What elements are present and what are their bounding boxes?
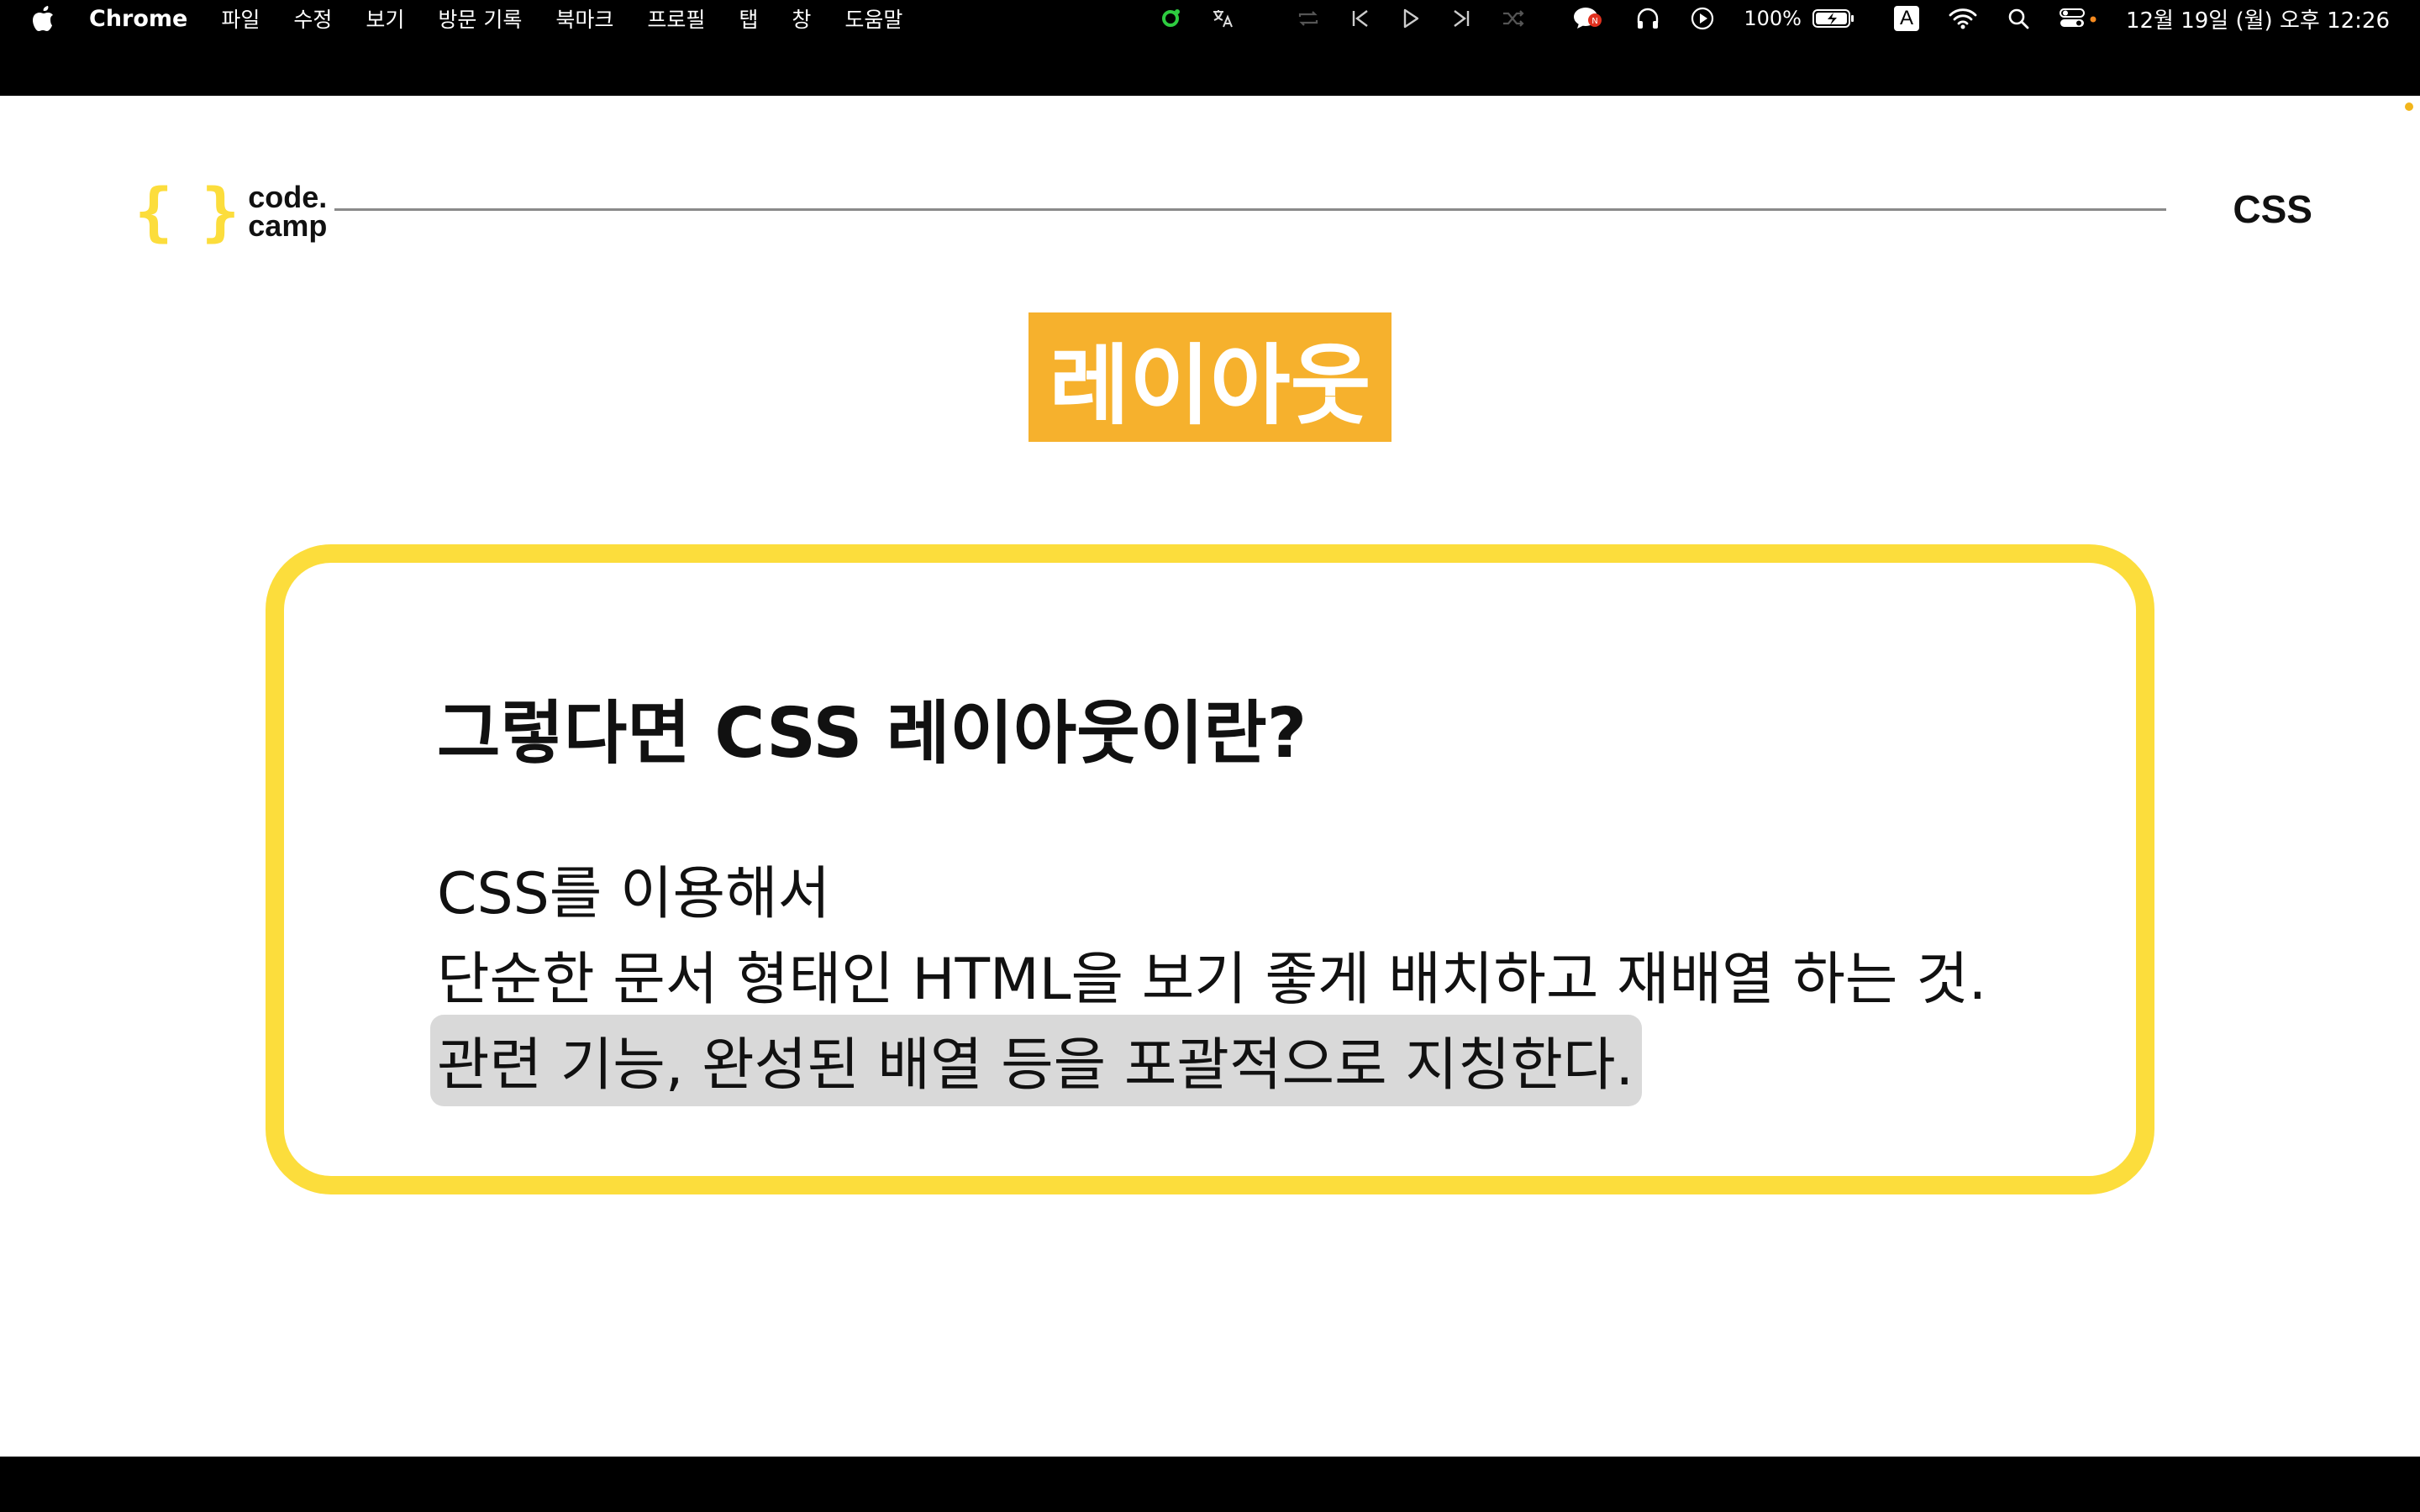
menu-file[interactable]: 파일 <box>221 3 260 34</box>
shuffle-icon[interactable] <box>1501 8 1526 29</box>
codecamp-logo: { } code. camp <box>134 180 327 244</box>
repeat-icon[interactable] <box>1296 8 1321 29</box>
control-center-icon[interactable] <box>2059 7 2097 30</box>
card-heading: 그렇다면 CSS 레이아웃이란? <box>437 694 1307 774</box>
battery-percent: 100% <box>1744 7 1802 30</box>
menu-bookmarks[interactable]: 북마크 <box>555 3 613 34</box>
battery-icon[interactable] <box>1812 8 1855 29</box>
app-menu-chrome[interactable]: Chrome <box>89 6 187 32</box>
menu-history[interactable]: 방문 기록 <box>438 3 522 34</box>
previous-track-icon[interactable] <box>1349 8 1371 29</box>
menu-view[interactable]: 보기 <box>366 3 404 34</box>
menu-bar-left: Chrome 파일 수정 보기 방문 기록 북마크 프로필 탭 창 도움말 <box>30 0 902 37</box>
play-circle-icon[interactable] <box>1690 6 1715 31</box>
logo-braces: { } <box>134 174 239 249</box>
logo-text: code. camp <box>248 182 328 243</box>
card-text-line-2: 단순한 문서 형태인 HTML을 보기 좋게 배치하고 재배열 하는 것. <box>437 947 1987 1013</box>
menu-help[interactable]: 도움말 <box>844 3 902 34</box>
input-method-indicator[interactable]: A <box>1893 6 1919 31</box>
card-text-line-1: CSS를 이용해서 <box>437 861 831 927</box>
menu-profiles[interactable]: 프로필 <box>647 3 705 34</box>
menu-bar-clock[interactable]: 12월 19일 (월) 오후 12:26 <box>2126 3 2390 34</box>
section-label: CSS <box>2233 187 2312 231</box>
headphones-icon[interactable] <box>1634 6 1661 31</box>
logo-text-bottom: camp <box>248 208 328 243</box>
translate-icon[interactable] <box>1210 7 1234 30</box>
apple-icon[interactable] <box>30 4 55 33</box>
svg-text:N: N <box>1592 17 1598 26</box>
header-divider <box>334 208 2166 211</box>
recording-indicator-dot <box>2405 102 2413 111</box>
play-icon[interactable] <box>1400 7 1422 30</box>
menu-bar: Chrome 파일 수정 보기 방문 기록 북마크 프로필 탭 창 도움말 N … <box>0 0 2420 40</box>
content-card: 그렇다면 CSS 레이아웃이란? CSS를 이용해서 단순한 문서 형태인 HT… <box>266 544 2154 1194</box>
chat-icon[interactable]: N <box>1572 5 1606 32</box>
slide-title: 레이아웃 <box>1028 312 1392 442</box>
menu-edit[interactable]: 수정 <box>293 3 332 34</box>
media-controls <box>1160 0 1526 37</box>
record-icon[interactable] <box>1160 8 1181 29</box>
next-track-icon[interactable] <box>1450 8 1472 29</box>
menu-bar-right: N 100% A 12월 19일 (월) 오후 12:26 <box>1572 0 2390 37</box>
card-text-line-3-highlighted: 관련 기능, 완성된 배열 등을 포괄적으로 지칭한다. <box>430 1015 1643 1106</box>
menu-tab[interactable]: 탭 <box>739 3 758 34</box>
presentation-slide: { } code. camp CSS 레이아웃 그렇다면 CSS 레이아웃이란?… <box>0 96 2420 1457</box>
search-icon[interactable] <box>2007 7 2030 30</box>
wifi-icon[interactable] <box>1948 7 1978 30</box>
input-method-label: A <box>1893 6 1919 31</box>
menu-window[interactable]: 창 <box>792 3 811 34</box>
